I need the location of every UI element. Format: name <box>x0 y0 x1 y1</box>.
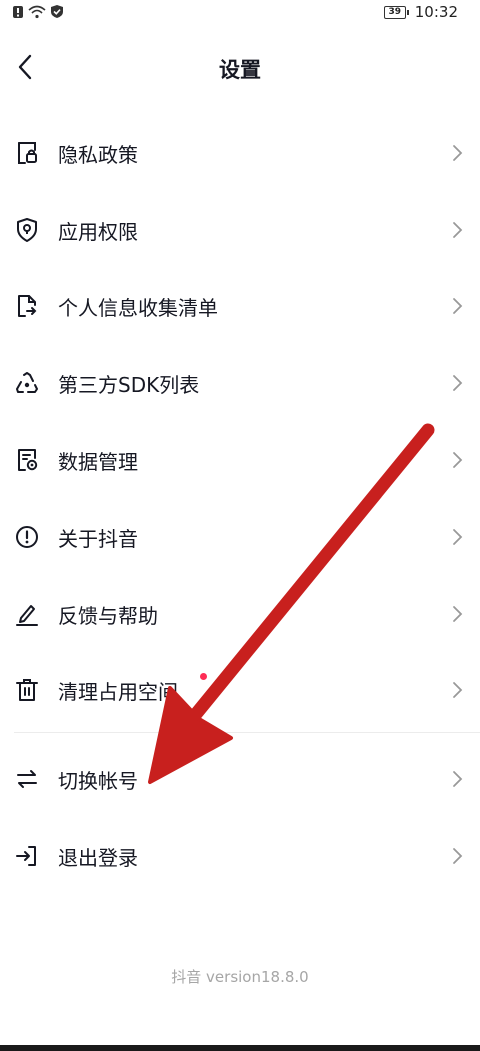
settings-item-data-management[interactable]: 数据管理 <box>0 422 480 498</box>
chevron-right-icon <box>453 529 463 545</box>
settings-item-label: 应用权限 <box>58 220 138 244</box>
chevron-right-icon <box>453 682 463 698</box>
chevron-right-icon <box>453 606 463 622</box>
document-icon <box>18 295 37 317</box>
chevron-right-icon <box>453 222 463 238</box>
settings-item-personal-info-list[interactable]: 个人信息收集清单 <box>0 268 480 344</box>
settings-item-privacy-policy[interactable]: 隐私政策 <box>0 115 480 191</box>
notification-dot <box>200 673 207 680</box>
chevron-right-icon <box>453 145 463 161</box>
settings-item-app-permissions[interactable]: 应用权限 <box>0 192 480 268</box>
settings-item-label: 个人信息收集清单 <box>58 296 218 320</box>
battery-icon: 39 <box>383 5 409 19</box>
settings-item-label: 清理占用空间 <box>58 680 178 704</box>
settings-item-label: 数据管理 <box>58 450 138 474</box>
settings-item-feedback-help[interactable]: 反馈与帮助 <box>0 576 480 652</box>
data-gear-icon <box>18 449 38 471</box>
status-time: 10:32 <box>414 3 458 21</box>
chevron-right-icon <box>453 375 463 391</box>
settings-item-label: 隐私政策 <box>58 143 138 167</box>
chevron-right-icon <box>453 298 463 314</box>
settings-item-logout[interactable]: 退出登录 <box>0 818 480 894</box>
switch-arrows-icon <box>17 770 37 788</box>
trash-icon <box>16 679 38 701</box>
privacy-lock-icon <box>18 142 37 164</box>
info-circle-icon <box>16 526 38 548</box>
status-bar: 39 10:32 <box>0 0 480 26</box>
wifi-icon <box>28 4 46 23</box>
version-label: 抖音 version18.8.0 <box>171 968 309 986</box>
shield-icon <box>17 218 37 242</box>
settings-item-label: 切换帐号 <box>58 769 138 793</box>
settings-item-label: 关于抖音 <box>58 527 138 551</box>
settings-item-label: 退出登录 <box>58 846 138 870</box>
settings-item-switch-account[interactable]: 切换帐号 <box>0 741 480 817</box>
settings-item-third-party-sdk[interactable]: 第三方SDK列表 <box>0 345 480 421</box>
chevron-right-icon <box>453 771 463 787</box>
shield-status-icon <box>50 4 64 23</box>
settings-item-about[interactable]: 关于抖音 <box>0 499 480 575</box>
page-title: 设置 <box>219 58 261 82</box>
nav-bar: 设置 <box>0 40 480 96</box>
chevron-right-icon <box>453 848 463 864</box>
section-divider <box>14 732 480 733</box>
settings-item-label: 第三方SDK列表 <box>58 373 200 397</box>
pencil-icon <box>16 605 38 626</box>
logout-icon <box>16 846 36 866</box>
system-navigation-bar <box>0 1045 480 1051</box>
recycle-icon <box>16 372 38 393</box>
settings-item-label: 反馈与帮助 <box>58 604 158 628</box>
settings-item-clear-storage[interactable]: 清理占用空间 <box>0 652 480 728</box>
chevron-right-icon <box>453 452 463 468</box>
notification-icon <box>12 4 24 23</box>
